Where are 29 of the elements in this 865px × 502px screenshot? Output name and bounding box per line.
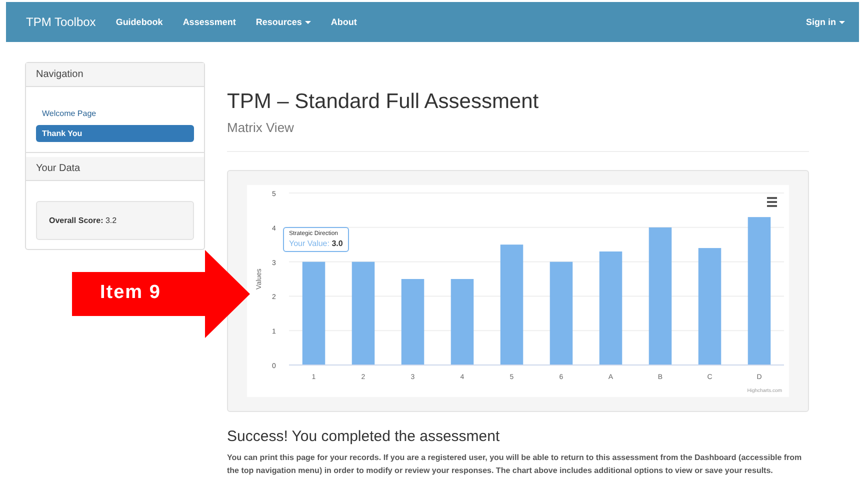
bar[interactable] [648, 227, 672, 365]
score-text: Overall Score: 3.2 [36, 201, 194, 240]
bar[interactable] [500, 244, 524, 365]
success-heading: Success! You completed the assessment [227, 428, 501, 445]
page-subtitle: Matrix View [227, 120, 295, 135]
bar[interactable] [352, 262, 375, 365]
bar[interactable] [599, 251, 622, 365]
nav-link[interactable]: About [330, 17, 357, 27]
panel-heading: Your Data [26, 157, 204, 181]
page-title: TPM – Standard Full Assessment [227, 90, 540, 114]
bar[interactable] [302, 262, 326, 365]
caret-icon [839, 20, 845, 24]
bar[interactable] [698, 248, 722, 365]
panel-heading: Navigation [26, 63, 204, 87]
caret-icon [304, 20, 311, 24]
brand-link[interactable]: TPM Toolbox [26, 15, 96, 29]
bar[interactable] [401, 279, 424, 365]
sidebar-item[interactable]: Welcome Page [36, 105, 194, 122]
bar[interactable] [748, 217, 771, 365]
sign-in-link[interactable]: Sign in [806, 17, 845, 27]
bar[interactable] [450, 279, 474, 365]
bar[interactable] [550, 262, 573, 365]
nav-link[interactable]: Guidebook [116, 17, 163, 27]
callout-label: Item 9 [100, 282, 161, 304]
nav-link[interactable]: Assessment [182, 17, 236, 27]
nav-link[interactable]: Resources [256, 17, 311, 27]
menu-icon[interactable] [767, 197, 777, 207]
success-text: You can print this page for your records. If you are a registered user, you will be able to return to this assessment from the Dashboard (accessible from the top navigation menu) in order to modify or review your responses. The chart above includes additional options to view or save your results. [227, 452, 803, 477]
sidebar-item[interactable]: Thank You [36, 125, 194, 142]
